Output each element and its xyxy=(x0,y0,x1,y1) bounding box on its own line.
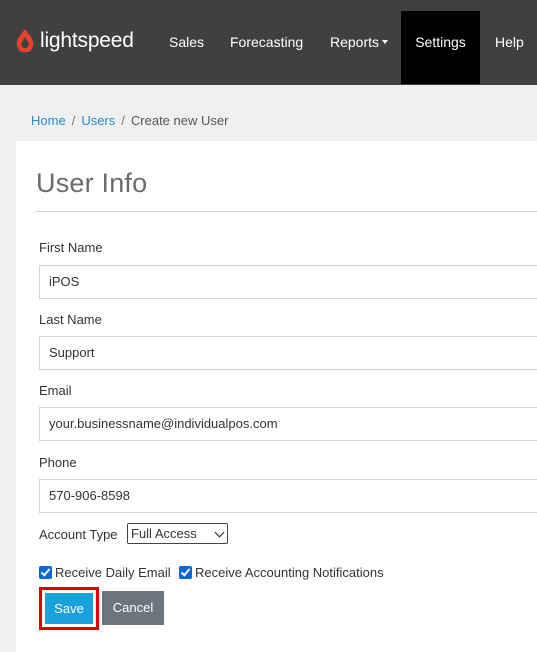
receive-daily-email-option[interactable]: Receive Daily Email xyxy=(39,565,171,580)
receive-accounting-label: Receive Accounting Notifications xyxy=(195,565,384,580)
chevron-down-icon xyxy=(214,527,225,538)
breadcrumb-separator: / xyxy=(71,113,76,128)
nav-settings[interactable]: Settings xyxy=(401,11,480,84)
breadcrumb-separator: / xyxy=(121,113,125,128)
lightspeed-logo[interactable]: lightspeed xyxy=(15,28,134,54)
nav-reports-label: Reports xyxy=(330,34,380,50)
breadcrumb-home[interactable]: Home xyxy=(31,113,66,128)
account-type-value: Full Access xyxy=(131,526,197,541)
account-type-select[interactable]: Full Access xyxy=(127,523,228,544)
page-title: User Info xyxy=(36,168,148,198)
nav-reports[interactable]: Reports xyxy=(330,0,389,85)
receive-accounting-option[interactable]: Receive Accounting Notifications xyxy=(179,565,384,580)
breadcrumb-current: Create new User xyxy=(130,113,229,128)
receive-accounting-checkbox[interactable] xyxy=(179,566,192,579)
last-name-input[interactable]: Support xyxy=(39,336,537,370)
receive-daily-email-checkbox[interactable] xyxy=(39,566,52,579)
receive-daily-email-label: Receive Daily Email xyxy=(55,565,171,580)
account-type-label: Account Type xyxy=(39,527,118,542)
caret-down-icon xyxy=(382,40,389,45)
email-label: Email xyxy=(39,383,72,398)
nav-forecasting[interactable]: Forecasting xyxy=(230,0,303,85)
divider xyxy=(36,211,537,212)
cancel-button[interactable]: Cancel xyxy=(102,591,164,625)
first-name-input[interactable]: iPOS xyxy=(39,265,537,299)
phone-input[interactable]: 570-906-8598 xyxy=(39,479,537,513)
brand-name: lightspeed xyxy=(40,29,134,52)
breadcrumb: Home / Users / Create new User xyxy=(31,113,228,128)
last-name-label: Last Name xyxy=(39,312,102,327)
top-navbar: lightspeed Sales Forecasting Reports Set… xyxy=(0,0,537,85)
flame-icon xyxy=(16,29,34,53)
user-info-card: User Info First Name iPOS Last Name Supp… xyxy=(16,141,537,652)
nav-help[interactable]: Help xyxy=(495,0,524,85)
first-name-label: First Name xyxy=(39,240,103,255)
phone-label: Phone xyxy=(39,455,77,470)
breadcrumb-users[interactable]: Users xyxy=(81,113,115,128)
save-button-highlight: Save xyxy=(39,587,99,630)
nav-sales[interactable]: Sales xyxy=(169,0,204,85)
save-button[interactable]: Save xyxy=(45,593,93,624)
email-input[interactable]: your.businessname@individualpos.com xyxy=(39,407,537,441)
